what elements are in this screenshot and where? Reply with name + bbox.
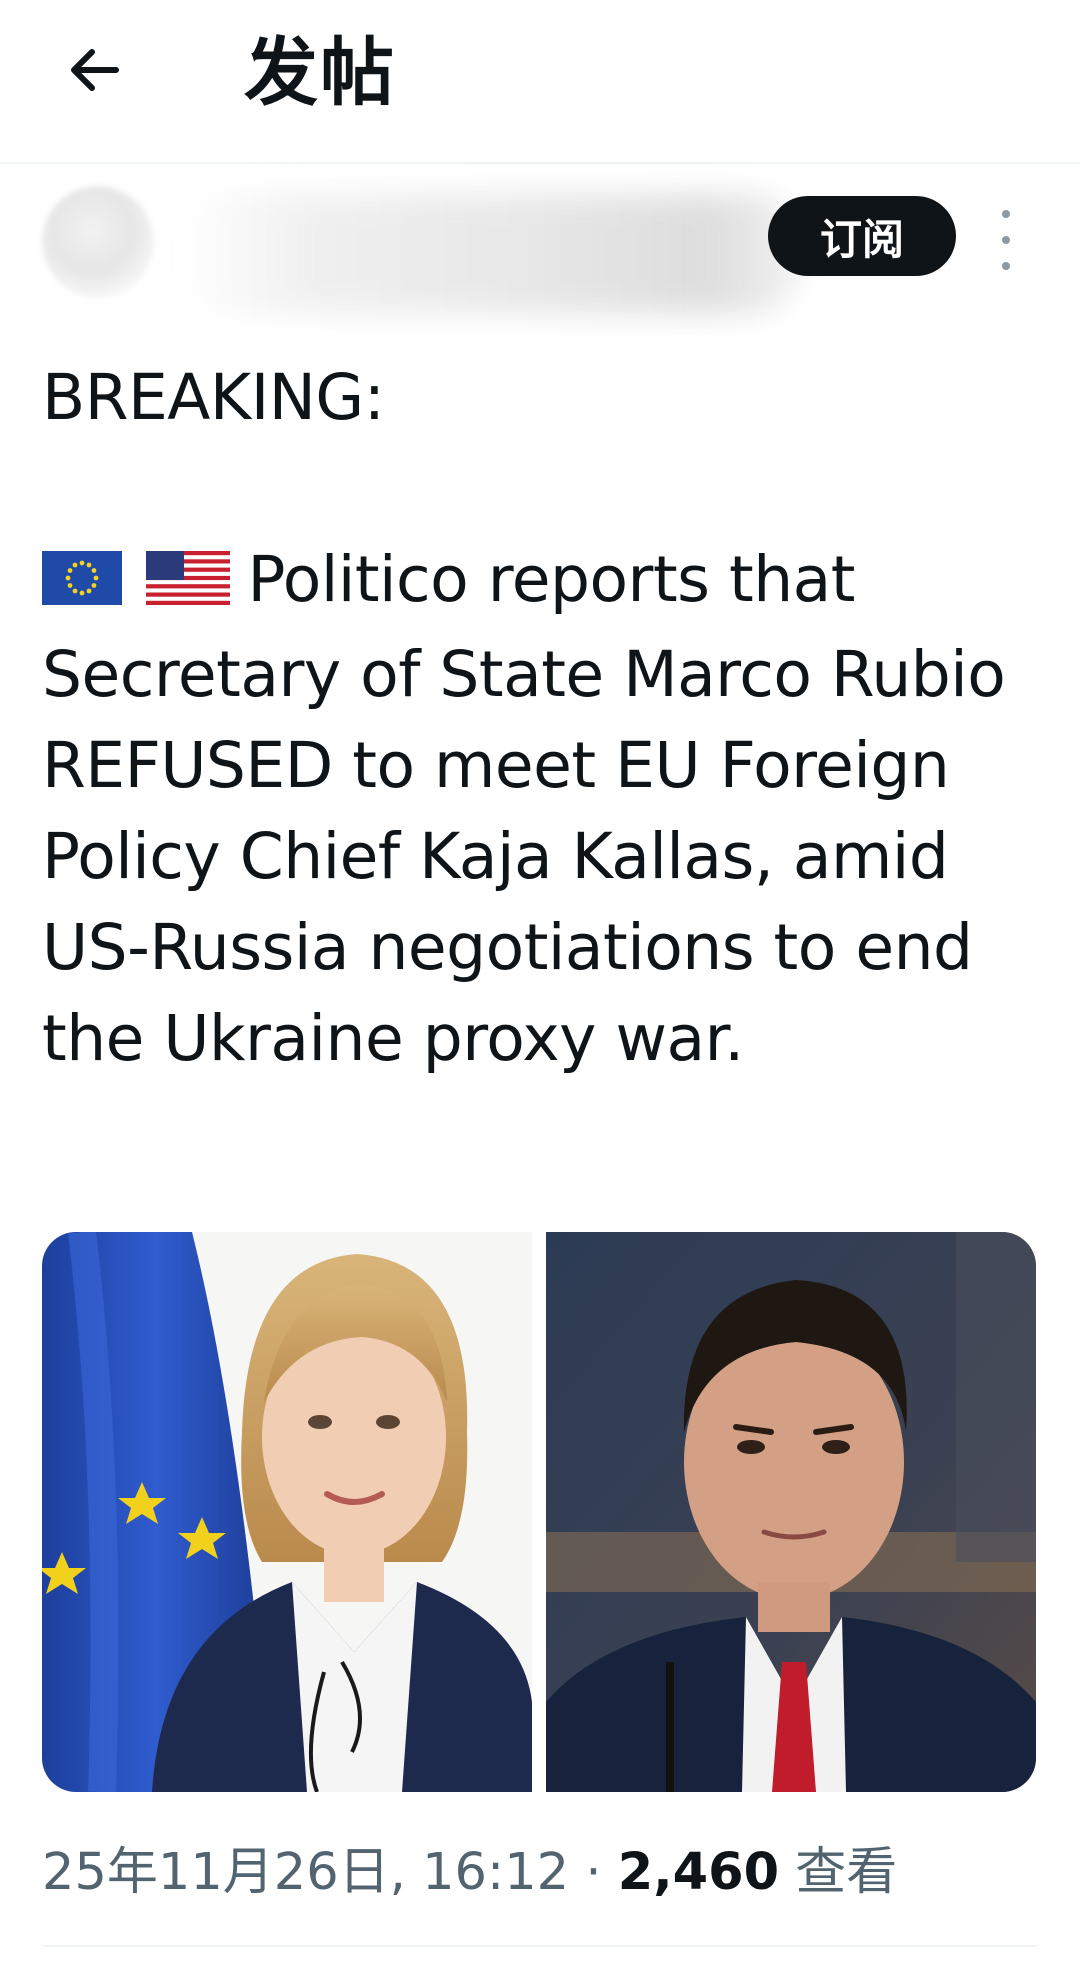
avatar[interactable]: [42, 186, 154, 298]
more-options-button[interactable]: [990, 210, 1022, 270]
arrow-left-icon: [66, 42, 122, 103]
photo-marco-rubio[interactable]: [546, 1232, 1036, 1792]
post-detail-page: 发帖 订阅 BREAKING: Politico reports that Se…: [0, 0, 1080, 1967]
post-meta: 25年11月26日, 16:12 · 2,460 查看: [42, 1838, 897, 1908]
flag-icons: [42, 538, 230, 629]
author-row: 订阅: [0, 180, 1080, 330]
photo-kaja-kallas[interactable]: [42, 1232, 532, 1792]
divider: [42, 1945, 1038, 1947]
author-name-redacted[interactable]: [180, 194, 800, 314]
top-bar: 发帖: [0, 0, 1080, 164]
subscribe-button[interactable]: 订阅: [768, 196, 956, 276]
more-vertical-icon: [1002, 210, 1010, 218]
views-count: 2,460: [617, 1843, 780, 1902]
back-button[interactable]: [52, 30, 136, 114]
post-headline: BREAKING:: [42, 361, 385, 434]
post-text: BREAKING: Politico reports that Secretar…: [42, 352, 1042, 1084]
timestamp[interactable]: 25年11月26日, 16:12: [42, 1843, 569, 1902]
media-grid: [42, 1232, 1036, 1792]
views-label: 查看: [795, 1843, 898, 1902]
meta-separator: ·: [585, 1843, 602, 1902]
page-title: 发帖: [244, 30, 396, 116]
eu-flag-icon: [42, 551, 122, 605]
us-flag-icon: [145, 551, 230, 605]
